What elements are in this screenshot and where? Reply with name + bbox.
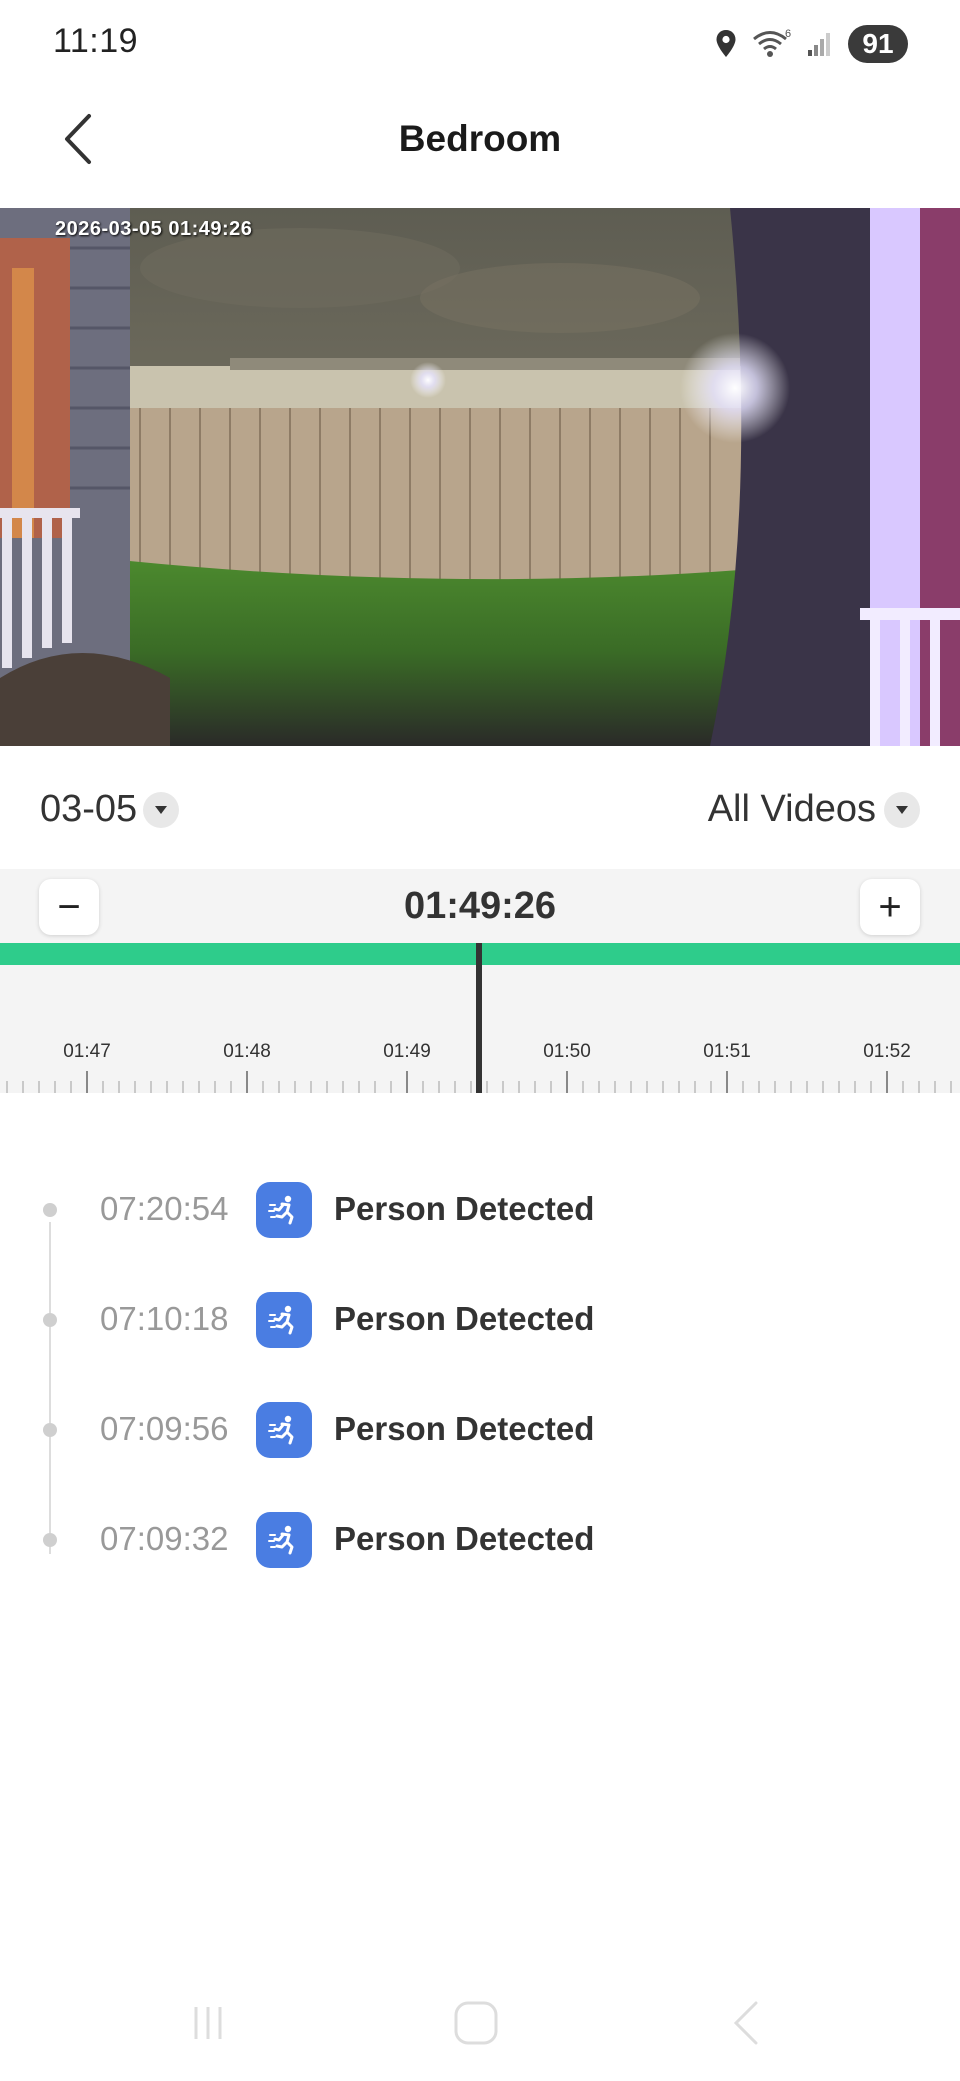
event-label: Person Detected bbox=[334, 1190, 595, 1227]
video-timestamp: 2026-03-05 01:49:26 bbox=[55, 218, 253, 240]
tick-label: 01:48 bbox=[223, 1041, 271, 1062]
event-time: 07:20:54 bbox=[100, 1190, 229, 1227]
event-label: Person Detected bbox=[334, 1520, 595, 1557]
event-row[interactable]: 07:09:32 Person Detected bbox=[0, 1500, 960, 1580]
event-label: Person Detected bbox=[334, 1410, 595, 1447]
date-dropdown[interactable]: 03-05 bbox=[40, 788, 180, 831]
navigation-bar bbox=[0, 1985, 960, 2065]
event-row[interactable]: 07:20:54 Person Detected bbox=[0, 1170, 960, 1250]
tick-label: 01:50 bbox=[543, 1041, 591, 1062]
zoom-in-button[interactable]: + bbox=[860, 879, 920, 935]
event-label: Person Detected bbox=[334, 1300, 595, 1337]
home-button[interactable] bbox=[446, 1995, 506, 2055]
current-time: 01:49:26 bbox=[403, 885, 557, 927]
back-arrow-icon bbox=[726, 1998, 766, 2053]
event-dot bbox=[43, 1423, 57, 1437]
event-row[interactable]: 07:09:56 Person Detected bbox=[0, 1390, 960, 1470]
signal-icon bbox=[806, 30, 834, 58]
video-type-label: All Videos bbox=[707, 788, 876, 830]
timeline-ticks bbox=[6, 1071, 952, 1093]
event-time: 07:09:56 bbox=[100, 1410, 229, 1447]
recent-apps-icon bbox=[186, 2001, 230, 2050]
camera-feed-image bbox=[0, 208, 960, 746]
event-dot bbox=[43, 1203, 57, 1217]
event-time: 07:09:32 bbox=[100, 1520, 229, 1557]
running-person-icon bbox=[256, 1182, 312, 1238]
recent-apps-button[interactable] bbox=[178, 1995, 238, 2055]
svg-text:6: 6 bbox=[785, 28, 791, 40]
location-icon bbox=[714, 29, 738, 59]
caret-down-icon bbox=[884, 791, 920, 828]
home-icon bbox=[451, 1998, 501, 2053]
tick-label: 01:52 bbox=[863, 1041, 911, 1062]
running-person-icon bbox=[256, 1402, 312, 1458]
event-dot bbox=[43, 1533, 57, 1547]
tick-label: 01:51 bbox=[703, 1041, 751, 1062]
running-person-icon bbox=[256, 1292, 312, 1348]
event-time: 07:10:18 bbox=[100, 1300, 229, 1337]
video-player[interactable]: 2026-03-05 01:49:26 bbox=[0, 208, 960, 746]
status-time: 11:19 bbox=[53, 22, 139, 60]
tick-label: 01:47 bbox=[63, 1041, 111, 1062]
running-person-icon bbox=[256, 1512, 312, 1568]
timeline-scrubber[interactable]: − 01:49:26 + 01:47 01:48 01:49 01:50 01:51 01… bbox=[0, 869, 960, 1093]
system-back-button[interactable] bbox=[716, 1995, 776, 2055]
battery-icon: 91 bbox=[848, 25, 908, 63]
filter-row: 03-05 All Videos bbox=[0, 780, 960, 850]
page-title: Bedroom bbox=[398, 118, 562, 159]
header: Bedroom bbox=[0, 96, 960, 186]
wifi-icon: 6 bbox=[752, 28, 792, 60]
event-row[interactable]: 07:10:18 Person Detected bbox=[0, 1280, 960, 1360]
status-icons: 6 91 bbox=[714, 22, 908, 66]
caret-down-icon bbox=[143, 791, 180, 828]
tick-label: 01:49 bbox=[383, 1041, 431, 1062]
date-dropdown-label: 03-05 bbox=[40, 788, 138, 830]
video-type-dropdown[interactable]: All Videos bbox=[708, 788, 920, 831]
event-dot bbox=[43, 1313, 57, 1327]
status-bar: 11:19 6 91 bbox=[0, 0, 960, 88]
